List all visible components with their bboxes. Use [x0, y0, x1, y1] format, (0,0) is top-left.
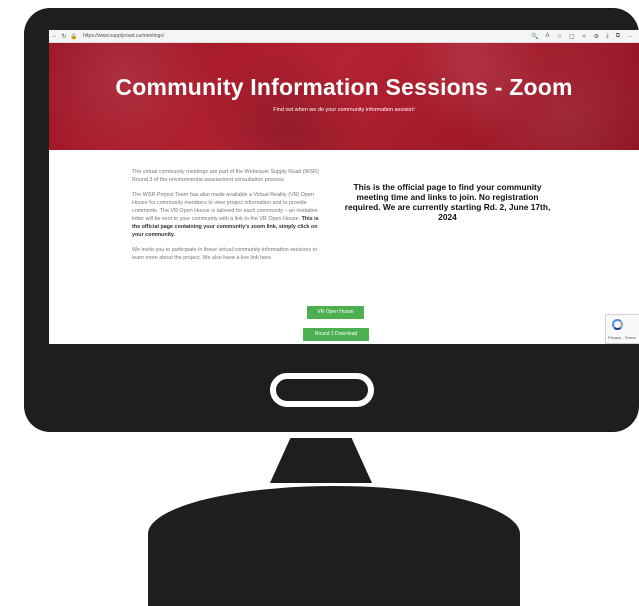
split-screen-icon[interactable]: ▢: [569, 33, 575, 40]
search-icon[interactable]: 🔍: [531, 33, 538, 40]
recaptcha-icon: [612, 319, 623, 330]
recaptcha-terms: Privacy - Terms: [608, 335, 636, 340]
address-bar[interactable]: https://www.supplyroad.ca/meetings/: [83, 33, 164, 39]
page-subtitle: Find out when we do your community infor…: [273, 107, 415, 113]
browser-toolbar: → ↻ 🔒 https://www.supplyroad.ca/meetings…: [49, 30, 639, 43]
official-page-callout: This is the official page to find your c…: [344, 182, 551, 222]
vr-open-house-button[interactable]: VR Open House: [307, 306, 364, 319]
browser-actions: 🔍 A ☆ ▢ ✧ ⚙ ⤓ ⧉ …: [531, 33, 639, 40]
intro-paragraph-1: The virtual community meetings are part …: [132, 169, 319, 183]
recaptcha-badge[interactable]: Privacy - Terms: [605, 314, 639, 344]
intro-paragraph-3: We invite you to participate in these vi…: [132, 247, 318, 261]
intro-text: The virtual community meetings are part …: [132, 168, 328, 269]
extensions-icon[interactable]: ⚙: [594, 33, 599, 40]
hero-banner: Community Information Sessions - Zoom Fi…: [49, 43, 639, 150]
more-icon[interactable]: …: [627, 33, 633, 40]
favorites-icon[interactable]: ✧: [582, 33, 587, 40]
forward-icon[interactable]: →: [49, 33, 59, 39]
favorite-icon[interactable]: ☆: [557, 33, 562, 40]
browser-screen: → ↻ 🔒 https://www.supplyroad.ca/meetings…: [49, 30, 639, 344]
collections-icon[interactable]: ⧉: [616, 33, 620, 40]
read-aloud-icon[interactable]: A: [546, 33, 550, 40]
intro-paragraph-2: The WSR Project Team has also made avail…: [132, 191, 328, 239]
main-content: The virtual community meetings are part …: [49, 150, 639, 344]
downloads-icon[interactable]: ⤓: [606, 33, 609, 40]
monitor-stand-neck: [270, 438, 372, 483]
monitor-stand-base: [148, 486, 520, 606]
lock-icon: 🔒: [70, 33, 78, 40]
reload-icon[interactable]: ↻: [59, 33, 69, 40]
round-3-download-button[interactable]: Round 3 Download: [303, 328, 369, 341]
vr-info-text: The WSR Project Team has also made avail…: [132, 192, 318, 222]
page-title: Community Information Sessions - Zoom: [115, 74, 573, 100]
monitor-logo-slot: [270, 373, 374, 407]
